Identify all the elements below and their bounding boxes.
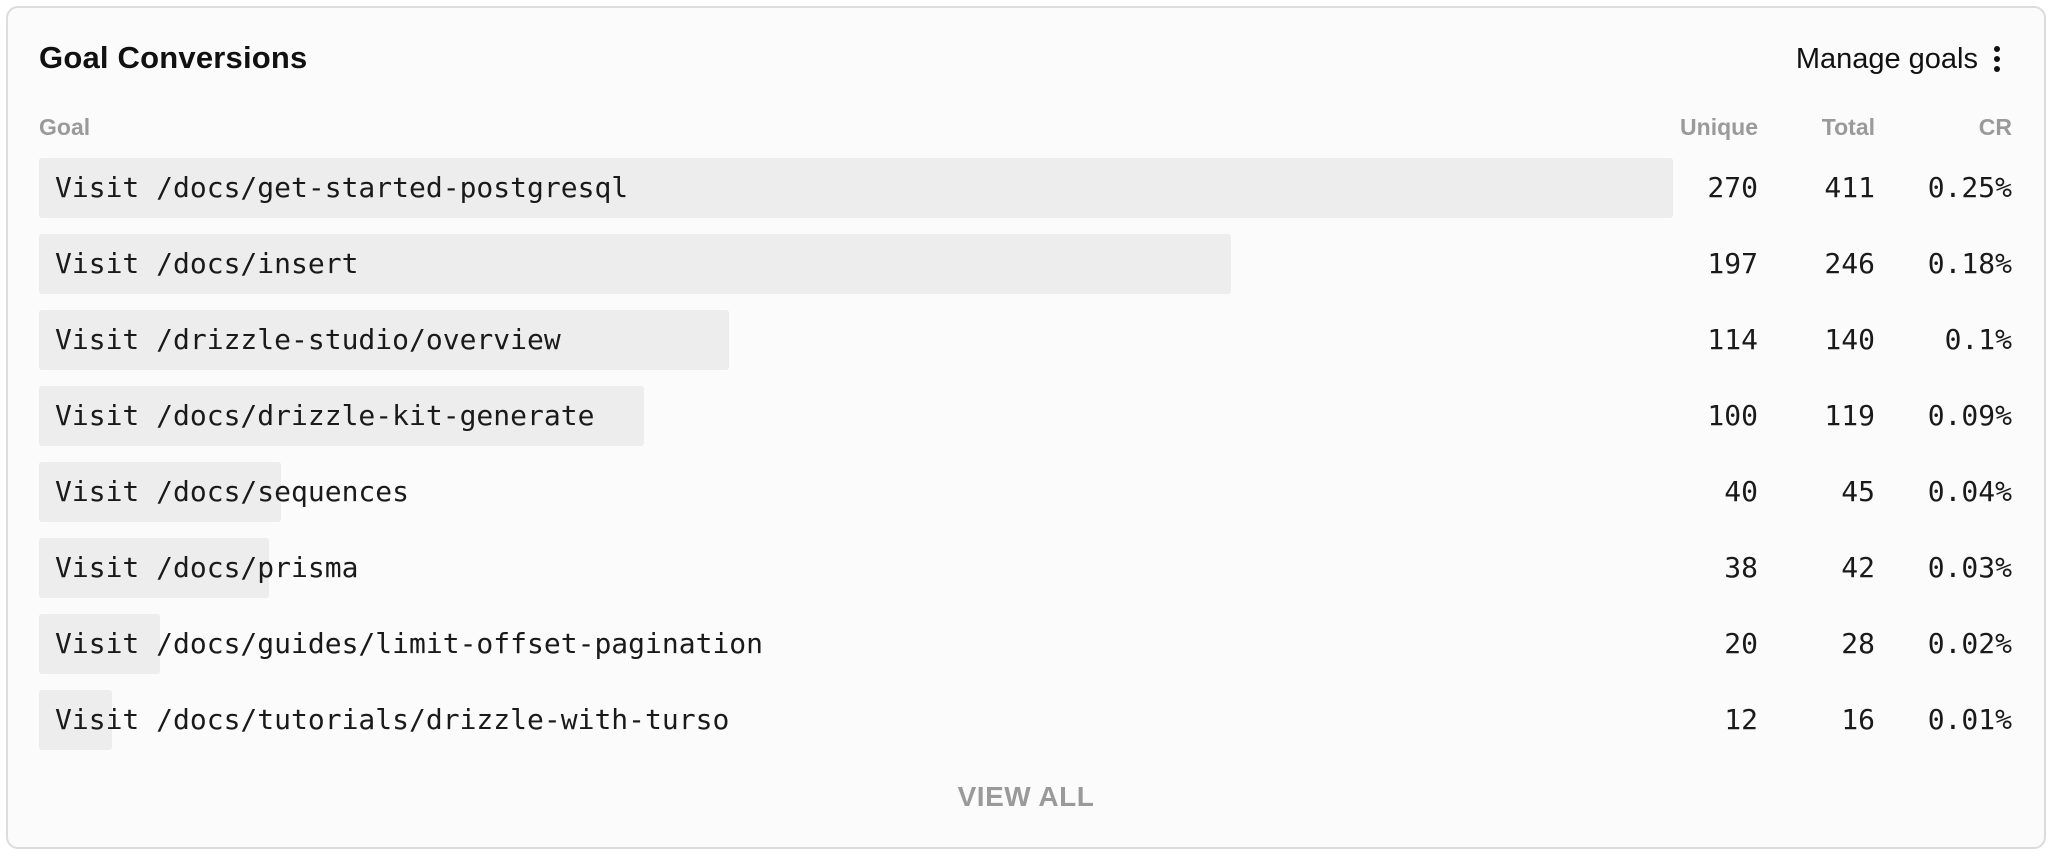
cr-value: 0.1%	[1944, 323, 2012, 356]
kebab-vertical-icon[interactable]	[1988, 42, 2006, 76]
header-total: Total	[1821, 114, 1875, 140]
table-row[interactable]: Visit /drizzle-studio/overview 114 140 0.1%	[39, 310, 2014, 370]
cr-value: 0.01%	[1927, 703, 2012, 736]
total-value: 140	[1824, 323, 1875, 356]
goal-label[interactable]: Visit /docs/drizzle-kit-generate	[55, 386, 594, 446]
cr-value: 0.03%	[1927, 551, 2012, 584]
manage-goals-button[interactable]: Manage goals	[1796, 42, 2006, 76]
goal-conversions-panel: Goal Conversions Manage goals Goal Uniqu…	[6, 6, 2046, 849]
unique-value: 270	[1707, 171, 1758, 204]
panel-title: Goal Conversions	[39, 40, 308, 75]
table-row[interactable]: Visit /docs/insert 197 246 0.18%	[39, 234, 2014, 294]
cr-value: 0.25%	[1927, 171, 2012, 204]
header-unique: Unique	[1680, 114, 1758, 140]
total-value: 16	[1841, 703, 1875, 736]
unique-value: 40	[1724, 475, 1758, 508]
unique-value: 100	[1707, 399, 1758, 432]
table-row[interactable]: Visit /docs/guides/limit-offset-paginati…	[39, 614, 2014, 674]
total-value: 42	[1841, 551, 1875, 584]
cr-value: 0.02%	[1927, 627, 2012, 660]
unique-value: 20	[1724, 627, 1758, 660]
table-row[interactable]: Visit /docs/prisma 38 42 0.03%	[39, 538, 2014, 598]
goal-label[interactable]: Visit /drizzle-studio/overview	[55, 310, 561, 370]
table-header: Goal Unique Total CR	[39, 114, 2014, 144]
goal-label[interactable]: Visit /docs/prisma	[55, 538, 358, 598]
goal-label[interactable]: Visit /docs/insert	[55, 234, 358, 294]
goal-label[interactable]: Visit /docs/tutorials/drizzle-with-turso	[55, 690, 729, 750]
cr-value: 0.04%	[1927, 475, 2012, 508]
table-row[interactable]: Visit /docs/drizzle-kit-generate 100 119 0.…	[39, 386, 2014, 446]
header-goal: Goal	[39, 114, 91, 140]
goal-list: Visit /docs/get-started-postgresql 270 411…	[39, 158, 2014, 766]
cr-value: 0.09%	[1927, 399, 2012, 432]
unique-value: 114	[1707, 323, 1758, 356]
total-value: 246	[1824, 247, 1875, 280]
table-row[interactable]: Visit /docs/get-started-postgresql 270 411…	[39, 158, 2014, 218]
unique-value: 12	[1724, 703, 1758, 736]
unique-value: 38	[1724, 551, 1758, 584]
goal-label[interactable]: Visit /docs/sequences	[55, 462, 409, 522]
view-all-button[interactable]: VIEW ALL	[8, 781, 2044, 813]
table-row[interactable]: Visit /docs/tutorials/drizzle-with-turso…	[39, 690, 2014, 750]
total-value: 411	[1824, 171, 1875, 204]
unique-value: 197	[1707, 247, 1758, 280]
goal-label[interactable]: Visit /docs/guides/limit-offset-paginati…	[55, 614, 763, 674]
total-value: 119	[1824, 399, 1875, 432]
total-value: 28	[1841, 627, 1875, 660]
table-row[interactable]: Visit /docs/sequences 40 45 0.04%	[39, 462, 2014, 522]
manage-goals-label: Manage goals	[1795, 42, 1978, 75]
goal-label[interactable]: Visit /docs/get-started-postgresql	[55, 158, 628, 218]
cr-value: 0.18%	[1927, 247, 2012, 280]
total-value: 45	[1841, 475, 1875, 508]
header-cr: CR	[1978, 114, 2012, 140]
